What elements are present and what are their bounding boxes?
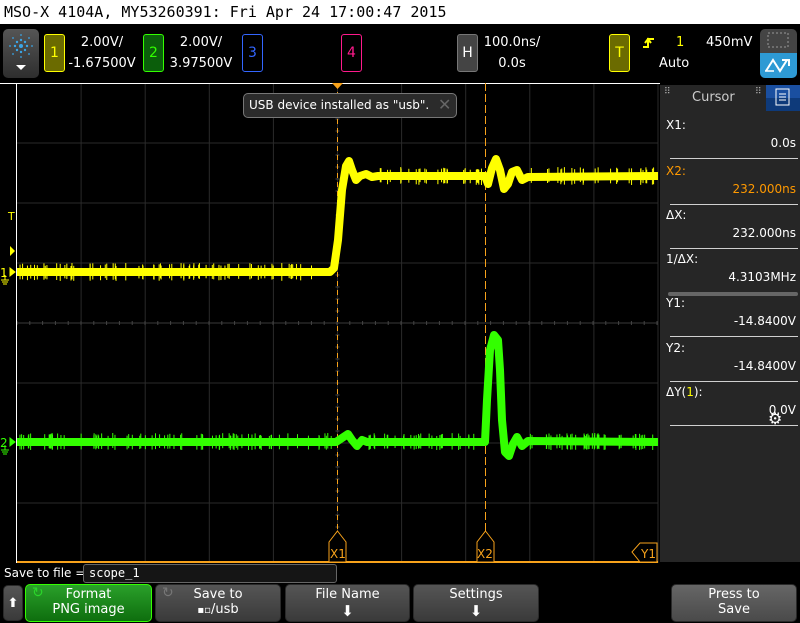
usb-drive-icon: ▪▫	[197, 605, 211, 616]
cursor-readout-row[interactable]: Y2: -14.8400V	[666, 341, 796, 373]
menu-logo-button[interactable]	[3, 29, 39, 78]
cursor-x2-marker[interactable]: X2	[476, 530, 495, 563]
save-to-softkey-value: /usb	[210, 602, 239, 617]
refresh-icon: ↻	[32, 585, 44, 601]
cursor-readout-value: -14.8400V	[733, 359, 796, 373]
touch-waveform-button[interactable]	[760, 53, 797, 78]
trigger-level: 450mV	[706, 35, 753, 50]
channel-1-offset: -1.67500V	[68, 56, 136, 71]
waveform-display[interactable]: T 1 2 X1 X2 Y1	[0, 83, 660, 563]
press-to-save-label-2: Save	[718, 602, 750, 617]
file-name-softkey[interactable]: File Name ⬇	[285, 584, 410, 622]
channel-2-offset: 3.97500V	[169, 56, 233, 71]
panel-menu-button[interactable]	[766, 85, 800, 111]
chevron-down-icon	[16, 65, 26, 70]
arrow-down-icon: ⬇	[341, 602, 354, 620]
cursor-readout-label: X1:	[666, 118, 686, 132]
trigger-button[interactable]: T	[609, 34, 630, 72]
horizontal-scale: 100.0ns/	[483, 35, 541, 50]
trigger-mode: Auto	[659, 56, 690, 71]
cursor-y1-marker[interactable]: Y1	[631, 542, 658, 563]
window-title: MSO-X 4104A, MY53260391: Fri Apr 24 17:0…	[0, 0, 800, 24]
cursor-readout-label: ΔY(1):	[666, 385, 796, 399]
channel-3-button[interactable]: 3	[242, 34, 263, 72]
drag-handle-icon[interactable]: ⠿	[664, 87, 671, 97]
channel-1-marker-label: 1	[0, 266, 8, 280]
cursor-readout-label-part: ):	[693, 385, 703, 399]
save-to-file-label: Save to file =	[4, 566, 86, 580]
refresh-icon: ↻	[162, 585, 174, 601]
cursor-panel-title: Cursor	[692, 90, 735, 105]
cursor-readout-label: 1/ΔX:	[666, 252, 699, 266]
cursor-readout-label: ΔX:	[666, 208, 687, 222]
arrow-up-icon: ⬆	[7, 596, 19, 611]
drag-handle-icon[interactable]: ⠿	[755, 87, 762, 97]
format-softkey-value: PNG image	[52, 602, 125, 617]
save-to-softkey[interactable]: ↻ Save to ▪▫/usb	[155, 584, 281, 622]
cursor-readout-row[interactable]: X2: 232.000ns	[666, 164, 796, 196]
trigger-position-marker	[332, 83, 343, 89]
gear-icon[interactable]: ⚙	[768, 409, 782, 428]
usb-toast: USB device installed as "usb". ✕	[243, 93, 457, 118]
press-to-save-softkey[interactable]: Press to Save	[671, 584, 797, 622]
cursor-readout-row[interactable]: Y1: -14.8400V	[666, 296, 796, 328]
selection-box-icon	[767, 32, 789, 48]
cursor-readout-value: 232.000ns	[732, 226, 796, 240]
cursor-panel: ⠿ Cursor ⠿ X1: 0.0s X2: 232.000ns ΔX: 232.000…	[660, 85, 800, 562]
zoom-box-button[interactable]	[760, 29, 797, 53]
cursor-readout-row[interactable]: X1: 0.0s	[666, 118, 796, 150]
keysight-logo-icon	[9, 34, 33, 70]
save-to-softkey-label: Save to	[193, 587, 243, 602]
channel-1-scale: 2.00V/	[80, 35, 124, 50]
divider	[670, 204, 798, 205]
divider	[670, 248, 798, 249]
trigger-level-marker	[10, 246, 15, 256]
waveform-touch-icon	[765, 58, 790, 73]
channel-4-button[interactable]: 4	[341, 34, 362, 72]
cursor-readout-value: 232.000ns	[732, 182, 796, 196]
cursor-readout-label: Y2:	[666, 341, 686, 355]
press-to-save-label-1: Press to	[708, 587, 760, 602]
cursor-readout-row[interactable]: 1/ΔX: 4.3103MHz	[666, 252, 796, 284]
horizontal-delay: 0.0s	[498, 56, 526, 71]
divider	[670, 381, 798, 382]
file-name-softkey-label: File Name	[315, 587, 380, 602]
cursor-y1-label: Y1	[640, 547, 656, 561]
cursor-readout-value: 0.0s	[770, 136, 796, 150]
toast-message: USB device installed as "usb".	[249, 98, 430, 112]
channel-2-scale: 2.00V/	[179, 35, 223, 50]
cursor-x1-marker[interactable]: X1	[328, 530, 347, 563]
cursor-readout-label-part: ΔY(	[666, 385, 687, 399]
cursor-readout-label: Y1:	[666, 296, 686, 310]
cursor-readout-value: 4.3103MHz	[728, 270, 796, 284]
cursor-readout-row[interactable]: ΔX: 232.000ns	[666, 208, 796, 240]
trigger-source: 1	[676, 35, 685, 50]
cursor-readout-label-part: 1	[686, 385, 694, 399]
settings-softkey[interactable]: Settings ⬇	[413, 584, 539, 622]
cursor-readout-value: -14.8400V	[733, 314, 796, 328]
settings-softkey-label: Settings	[449, 587, 503, 602]
channel-2-marker-label: 2	[0, 436, 8, 450]
rising-edge-icon	[643, 37, 654, 48]
list-icon	[775, 88, 790, 106]
trigger-marker-label: T	[7, 210, 15, 223]
cursor-x1-label: X1	[330, 547, 346, 561]
filename-input[interactable]: scope_1	[83, 564, 337, 583]
cursor-x2-label: X2	[477, 547, 493, 561]
divider	[670, 336, 798, 337]
format-softkey-label: Format	[65, 587, 112, 602]
close-icon[interactable]: ✕	[438, 95, 451, 114]
divider	[670, 158, 798, 159]
cursor-readout-label: X2:	[666, 164, 686, 178]
arrow-down-icon: ⬇	[469, 602, 483, 620]
up-arrow-button[interactable]: ⬆	[3, 585, 23, 621]
format-softkey[interactable]: ↻ Format PNG image	[25, 584, 152, 622]
